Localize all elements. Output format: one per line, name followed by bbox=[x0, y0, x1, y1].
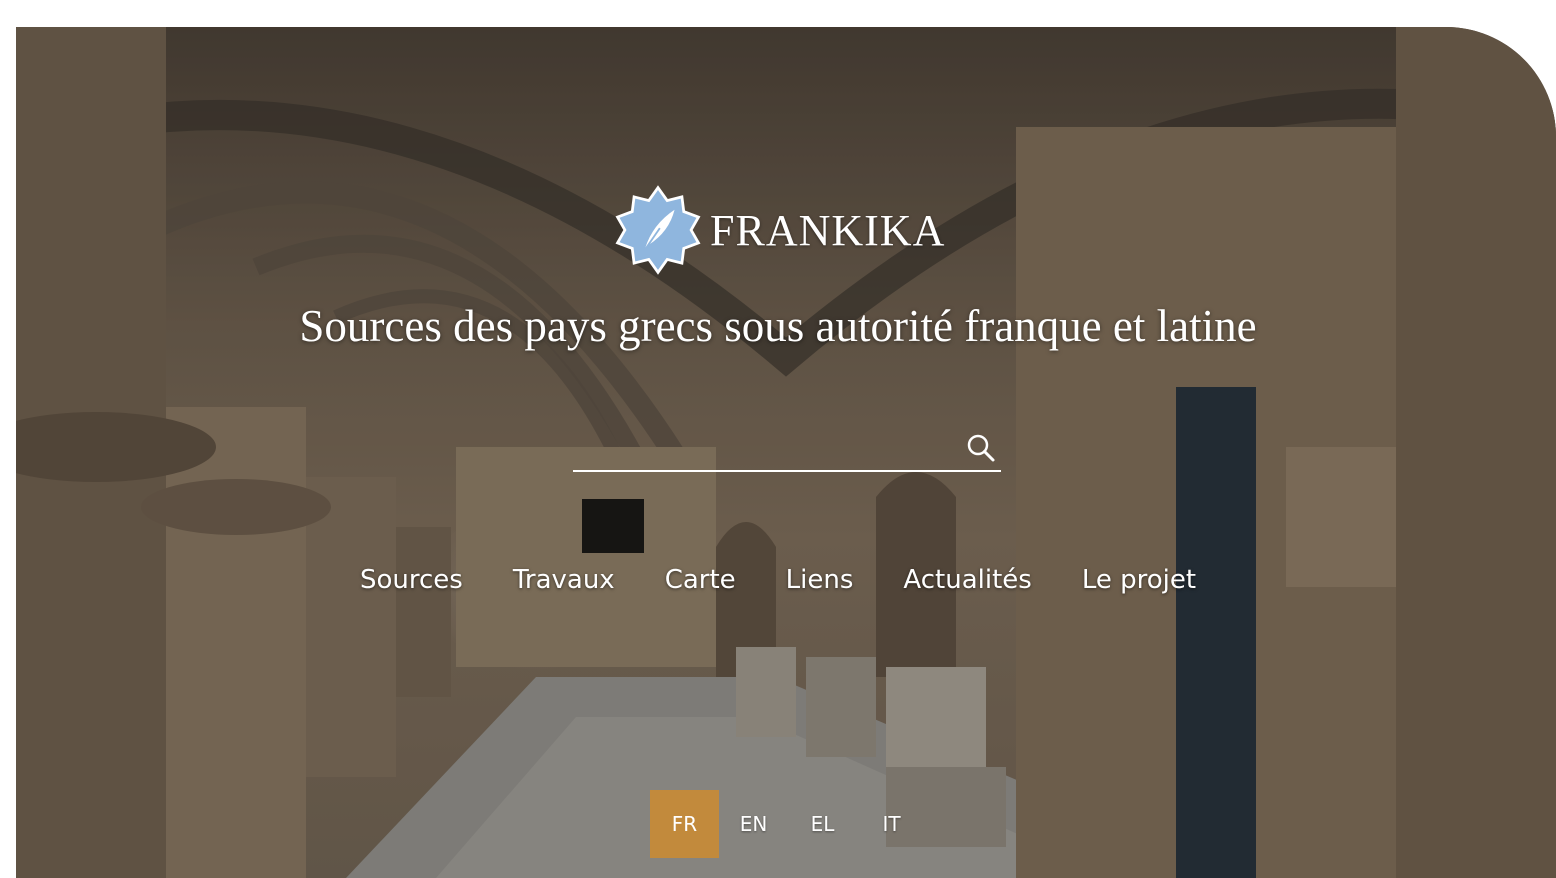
language-switcher: FR EN EL IT bbox=[650, 790, 926, 858]
search-input[interactable] bbox=[573, 428, 957, 470]
quill-feather-icon bbox=[615, 185, 701, 275]
tagline: Sources des pays grecs sous autorité fra… bbox=[299, 301, 1257, 351]
search-bar bbox=[573, 428, 1001, 472]
nav-item-carte[interactable]: Carte bbox=[665, 565, 736, 595]
lang-fr-button[interactable]: FR bbox=[650, 790, 719, 858]
main-nav: Sources Travaux Carte Liens Actualités L… bbox=[0, 565, 1556, 595]
lang-en-button[interactable]: EN bbox=[719, 790, 788, 858]
nav-item-le-projet[interactable]: Le projet bbox=[1082, 565, 1196, 595]
nav-item-liens[interactable]: Liens bbox=[786, 565, 854, 595]
nav-item-sources[interactable]: Sources bbox=[360, 565, 463, 595]
lang-el-button[interactable]: EL bbox=[788, 790, 857, 858]
brand[interactable]: FRANKIKA bbox=[612, 182, 945, 278]
nav-item-actualites[interactable]: Actualités bbox=[903, 565, 1031, 595]
nav-item-travaux[interactable]: Travaux bbox=[513, 565, 615, 595]
lang-it-button[interactable]: IT bbox=[857, 790, 926, 858]
search-icon[interactable] bbox=[965, 432, 997, 464]
site-title: FRANKIKA bbox=[710, 205, 946, 255]
